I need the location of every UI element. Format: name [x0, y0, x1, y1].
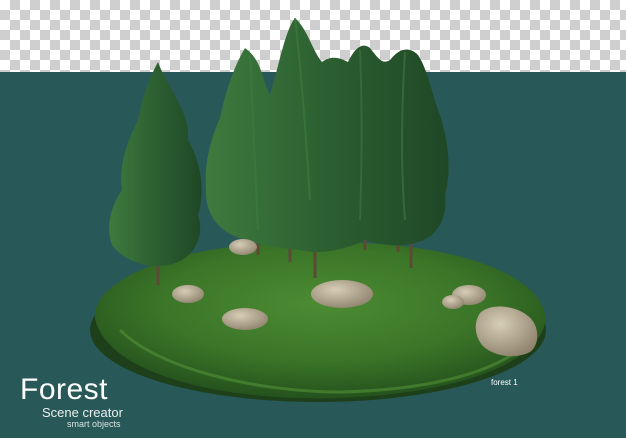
image-canvas: Forest Scene creator smart objects fores… [0, 0, 626, 438]
tagline: smart objects [67, 419, 121, 429]
rock-6 [442, 295, 464, 309]
rock-3 [311, 280, 373, 308]
title-block: Forest Scene creator smart objects [20, 374, 123, 430]
rock-2 [229, 239, 257, 255]
rock-1 [172, 285, 204, 303]
item-label: forest 1 [491, 378, 518, 387]
pine-tree-cluster [205, 18, 449, 252]
rock-4 [222, 308, 268, 330]
pine-tree-left [109, 62, 202, 266]
title: Forest [20, 373, 109, 406]
subtitle: Scene creator [42, 405, 123, 420]
